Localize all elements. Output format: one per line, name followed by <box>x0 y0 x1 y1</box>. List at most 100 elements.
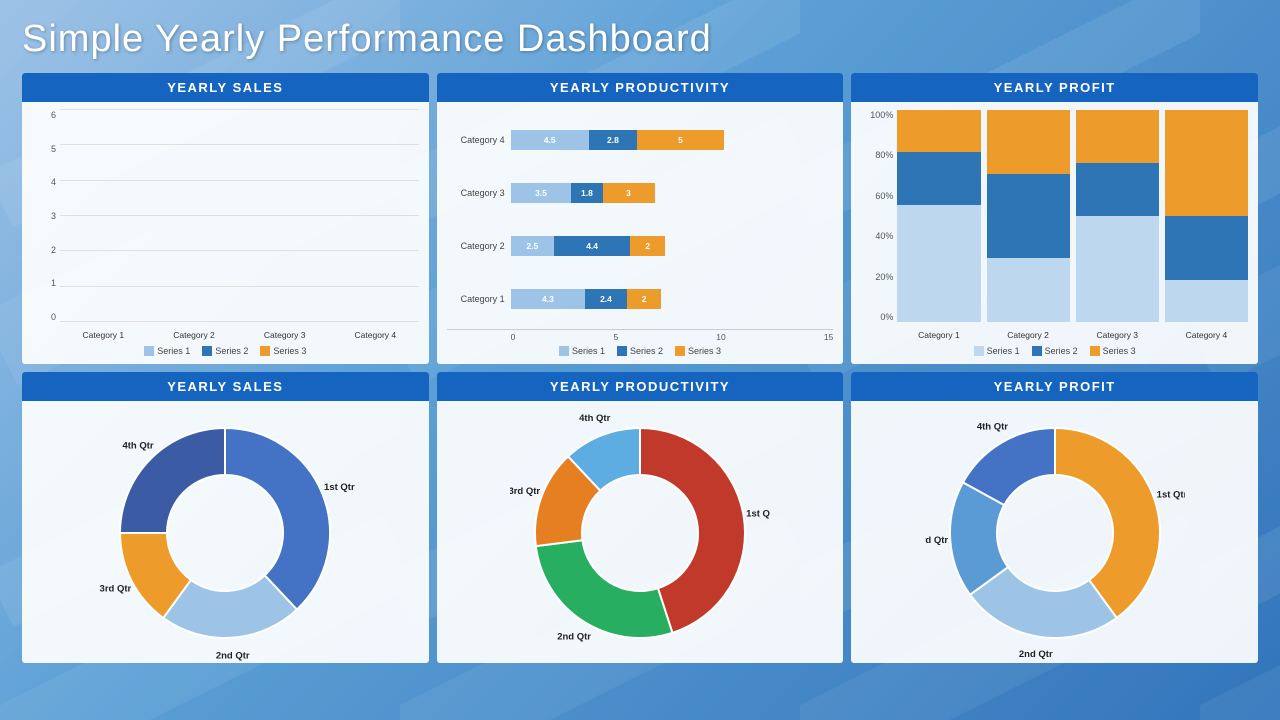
legend-item: Series 3 <box>1090 346 1136 356</box>
donut-svg: 1st Qtr2nd Qtr3rd Qtr4th Qtr <box>925 403 1185 663</box>
profit-bar-segment <box>897 205 980 322</box>
legend-profit-stacked: Series 1 Series 2 Series 3 <box>861 342 1248 358</box>
donut-label: 1st Qtr <box>746 508 770 519</box>
legend-item: Series 2 <box>1032 346 1078 356</box>
hbar-category-label: Category 2 <box>447 241 505 251</box>
donut-label: 1st Qtr <box>1156 490 1184 501</box>
profit-bar-segment <box>897 110 980 152</box>
hbar-seg: 2.4 <box>585 289 627 309</box>
profit-bar-segment <box>1076 163 1159 216</box>
donut-sales-body: 1st Qtr2nd Qtr3rd Qtr4th Qtr <box>22 401 429 663</box>
hbar-row: Category 1 4.32.42 <box>447 289 834 309</box>
bar-chart-area: 0123456 Category 1 Category 2Category 3 Ca… <box>32 110 419 358</box>
donut-label: 2nd Qtr <box>216 650 250 661</box>
panel-yearly-sales-bar: YEARLY SALES 0123456 Category 1Category … <box>22 73 429 364</box>
panel-header-profit-stacked: YEARLY PROFIT <box>851 73 1258 102</box>
hbar-category-label: Category 4 <box>447 135 505 145</box>
donut-label: 2nd Qtr <box>557 631 591 642</box>
legend-productivity-hbar: Series 1 Series 2 Series 3 <box>447 342 834 358</box>
legend-item: Series 2 <box>617 346 663 356</box>
hbar-segments: 4.52.85 <box>511 130 724 150</box>
profit-bar-segment <box>987 258 1070 322</box>
hbar-chart-body: Category 44.52.85Category 33.51.83Catego… <box>437 102 844 364</box>
hbar-category-label: Category 3 <box>447 188 505 198</box>
hbar-row: Category 4 4.52.85 <box>447 130 834 150</box>
bar-chart-body: 0123456 Category 1 Category 2Category 3 Ca… <box>22 102 429 364</box>
profit-bar-group <box>1165 110 1248 322</box>
hbar-seg: 2.5 <box>511 236 554 256</box>
donut-label: 1st Qtr <box>324 482 355 493</box>
panel-yearly-profit-stacked: YEARLY PROFIT 0%20%40%60%80%100% Categor… <box>851 73 1258 364</box>
legend-item: Series 3 <box>675 346 721 356</box>
profit-bar-segment <box>1165 216 1248 280</box>
legend-item: Series 2 <box>202 346 248 356</box>
hbar-seg: 3 <box>603 183 655 203</box>
donut-label: 2nd Qtr <box>1019 649 1053 660</box>
donut-label: 4th Qtr <box>579 413 610 424</box>
profit-bar-group <box>897 110 980 322</box>
hbar-seg: 5 <box>637 130 724 150</box>
x-label: Category 4 <box>332 330 419 340</box>
profit-bar-segment <box>1076 216 1159 322</box>
hbar-x-axis: 051015 <box>447 329 834 342</box>
hbar-rows: Category 44.52.85Category 33.51.83Catego… <box>447 110 834 329</box>
panel-header-productivity-donut: YEARLY PRODUCTIVITY <box>437 372 844 401</box>
profit-bar-group <box>987 110 1070 322</box>
panel-yearly-sales-donut: YEARLY SALES 1st Qtr2nd Qtr3rd Qtr4th Qt… <box>22 372 429 663</box>
profit-chart-area: 0%20%40%60%80%100% Category 1 Category 2 C… <box>861 110 1248 358</box>
panel-yearly-productivity-donut: YEARLY PRODUCTIVITY 1st Qtr 2nd Qtr 3rd Qt… <box>437 372 844 663</box>
x-label: Category 1 <box>60 330 147 340</box>
donut-label: 3rd Qtr <box>925 535 948 546</box>
legend-item: Series 1 <box>974 346 1020 356</box>
panel-yearly-productivity-hbar: YEARLY PRODUCTIVITY Category 44.52.85Cat… <box>437 73 844 364</box>
dashboard-title: Simple Yearly Performance Dashboard <box>22 18 1258 61</box>
donut-productivity-body: 1st Qtr 2nd Qtr 3rd Qtr 4th Qtr <box>437 401 844 663</box>
profit-y-axis: 0%20%40%60%80%100% <box>861 110 897 322</box>
hbar-chart-area: Category 44.52.85Category 33.51.83Catego… <box>447 110 834 358</box>
hbar-seg: 2 <box>627 289 662 309</box>
x-label: Category 2 <box>151 330 238 340</box>
hbar-segments: 4.32.42 <box>511 289 662 309</box>
panel-yearly-profit-donut: YEARLY PROFIT 1st Qtr2nd Qtr3rd Qtr4th Q… <box>851 372 1258 663</box>
hbar-seg: 2.8 <box>589 130 638 150</box>
hbar-seg: 4.4 <box>554 236 630 256</box>
donut-sales-container: 1st Qtr2nd Qtr3rd Qtr4th Qtr <box>32 409 419 657</box>
donut-profit-body: 1st Qtr2nd Qtr3rd Qtr4th Qtr <box>851 401 1258 663</box>
x-label: Category 3 <box>241 330 328 340</box>
x-label: Category 1 <box>897 330 980 340</box>
hbar-row: Category 3 3.51.83 <box>447 183 834 203</box>
hbar-seg: 4.5 <box>511 130 589 150</box>
hbar-segments: 2.54.42 <box>511 236 665 256</box>
profit-bar-segment <box>1165 280 1248 322</box>
hbar-seg: 2 <box>630 236 665 256</box>
profit-bar-segment <box>897 152 980 205</box>
legend-sales-bar: Series 1 Series 2 Series 3 <box>32 342 419 358</box>
x-label: Category 2 <box>987 330 1070 340</box>
y-axis-sales: 0123456 <box>32 110 60 322</box>
hbar-seg: 1.8 <box>571 183 602 203</box>
profit-bar-segment <box>987 174 1070 259</box>
legend-item: Series 1 <box>559 346 605 356</box>
legend-item: Series 1 <box>144 346 190 356</box>
profit-bar-group <box>1076 110 1159 322</box>
panel-header-sales-donut: YEARLY SALES <box>22 372 429 401</box>
profit-bar-segment <box>1076 110 1159 163</box>
hbar-seg: 3.5 <box>511 183 572 203</box>
donut-svg: 1st Qtr 2nd Qtr 3rd Qtr 4th Qtr <box>510 403 770 663</box>
profit-chart-body: 0%20%40%60%80%100% Category 1 Category 2 C… <box>851 102 1258 364</box>
panel-header-profit-donut: YEARLY PROFIT <box>851 372 1258 401</box>
donut-label: 3rd Qtr <box>510 486 540 497</box>
hbar-category-label: Category 1 <box>447 294 505 304</box>
panel-header-productivity-hbar: YEARLY PRODUCTIVITY <box>437 73 844 102</box>
donut-label: 3rd Qtr <box>100 583 132 594</box>
hbar-seg: 4.3 <box>511 289 586 309</box>
x-label: Category 4 <box>1165 330 1248 340</box>
hbar-segments: 3.51.83 <box>511 183 655 203</box>
donut-slice <box>225 428 330 610</box>
donut-svg: 1st Qtr2nd Qtr3rd Qtr4th Qtr <box>95 403 355 663</box>
legend-item: Series 3 <box>260 346 306 356</box>
profit-bar-segment <box>1165 110 1248 216</box>
hbar-row: Category 2 2.54.42 <box>447 236 834 256</box>
donut-profit-container: 1st Qtr2nd Qtr3rd Qtr4th Qtr <box>861 409 1248 657</box>
donut-productivity-container: 1st Qtr 2nd Qtr 3rd Qtr 4th Qtr <box>447 409 834 657</box>
